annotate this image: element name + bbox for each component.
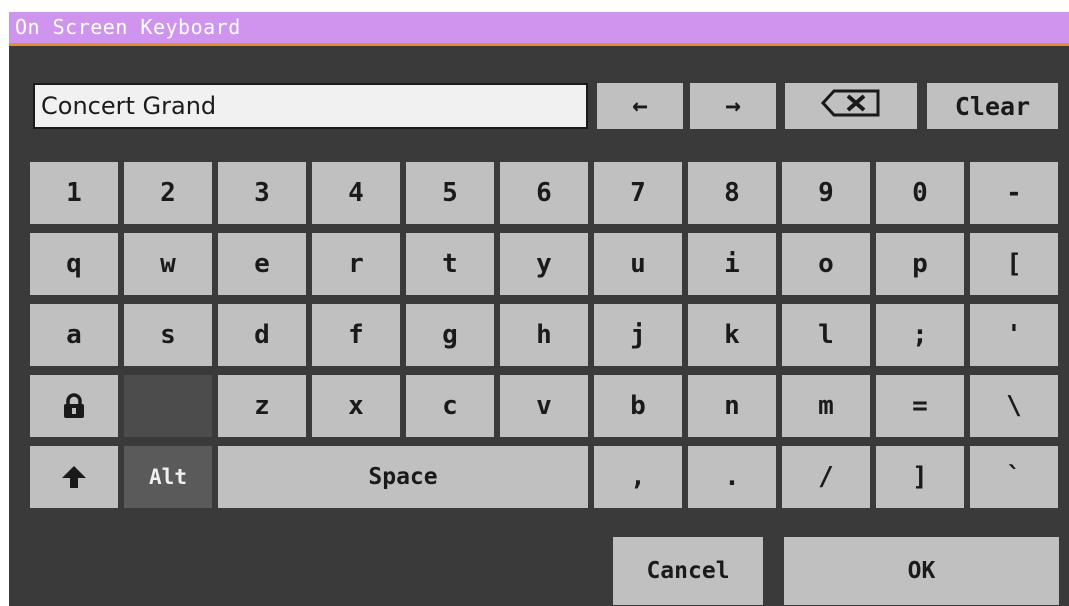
key[interactable]: w xyxy=(124,233,212,295)
ok-button[interactable]: OK xyxy=(784,537,1059,605)
text-input[interactable]: Concert Grand xyxy=(33,83,588,129)
key[interactable]: ` xyxy=(970,446,1058,508)
key[interactable]: 7 xyxy=(594,162,682,224)
key[interactable]: r xyxy=(312,233,400,295)
key[interactable]: 9 xyxy=(782,162,870,224)
key[interactable]: 5 xyxy=(406,162,494,224)
key[interactable]: q xyxy=(30,233,118,295)
key[interactable]: \ xyxy=(970,375,1058,437)
key[interactable]: 6 xyxy=(500,162,588,224)
key[interactable]: s xyxy=(124,304,212,366)
blank-key xyxy=(124,375,212,437)
key[interactable]: d xyxy=(218,304,306,366)
shift-key[interactable] xyxy=(30,446,118,508)
key[interactable]: 2 xyxy=(124,162,212,224)
key[interactable]: p xyxy=(876,233,964,295)
clear-label: Clear xyxy=(954,91,1031,121)
clear-button[interactable]: Clear xyxy=(927,83,1058,129)
key[interactable]: a xyxy=(30,304,118,366)
cancel-button[interactable]: Cancel xyxy=(613,537,763,605)
key[interactable]: u xyxy=(594,233,682,295)
left-arrow-icon: ← xyxy=(632,91,648,121)
alt-key[interactable]: Alt xyxy=(124,446,212,508)
key[interactable]: t xyxy=(406,233,494,295)
key[interactable]: b xyxy=(594,375,682,437)
key[interactable]: 1 xyxy=(30,162,118,224)
backspace-icon xyxy=(820,88,882,125)
key[interactable]: e xyxy=(218,233,306,295)
key[interactable]: g xyxy=(406,304,494,366)
key[interactable]: 4 xyxy=(312,162,400,224)
key[interactable]: , xyxy=(594,446,682,508)
backspace-button[interactable] xyxy=(785,83,917,129)
key[interactable]: - xyxy=(970,162,1058,224)
key[interactable]: ' xyxy=(970,304,1058,366)
cursor-left-button[interactable]: ← xyxy=(597,83,683,129)
cursor-right-button[interactable]: → xyxy=(690,83,776,129)
key[interactable]: k xyxy=(688,304,776,366)
key[interactable]: j xyxy=(594,304,682,366)
key[interactable]: x xyxy=(312,375,400,437)
key[interactable]: o xyxy=(782,233,870,295)
key[interactable]: n xyxy=(688,375,776,437)
lock-icon xyxy=(62,393,86,419)
keyboard-grid: 1 2 3 4 5 6 7 8 9 0 - q w e r t y u i o … xyxy=(30,162,1060,508)
key[interactable]: 8 xyxy=(688,162,776,224)
key[interactable]: h xyxy=(500,304,588,366)
key[interactable]: l xyxy=(782,304,870,366)
shift-arrow-icon xyxy=(61,464,87,490)
key[interactable]: y xyxy=(500,233,588,295)
key[interactable]: . xyxy=(688,446,776,508)
on-screen-keyboard-window: On Screen Keyboard Concert Grand ← → Cle… xyxy=(9,12,1069,606)
key[interactable]: / xyxy=(782,446,870,508)
key[interactable]: z xyxy=(218,375,306,437)
key[interactable]: c xyxy=(406,375,494,437)
window-title: On Screen Keyboard xyxy=(9,12,1069,46)
key[interactable]: v xyxy=(500,375,588,437)
key[interactable]: i xyxy=(688,233,776,295)
key[interactable]: ; xyxy=(876,304,964,366)
key[interactable]: [ xyxy=(970,233,1058,295)
space-key[interactable]: Space xyxy=(218,446,588,508)
key[interactable]: f xyxy=(312,304,400,366)
key[interactable]: ] xyxy=(876,446,964,508)
right-arrow-icon: → xyxy=(725,91,741,121)
key[interactable]: m xyxy=(782,375,870,437)
caps-lock-key[interactable] xyxy=(30,375,118,437)
key[interactable]: 3 xyxy=(218,162,306,224)
key[interactable]: 0 xyxy=(876,162,964,224)
key[interactable]: = xyxy=(876,375,964,437)
